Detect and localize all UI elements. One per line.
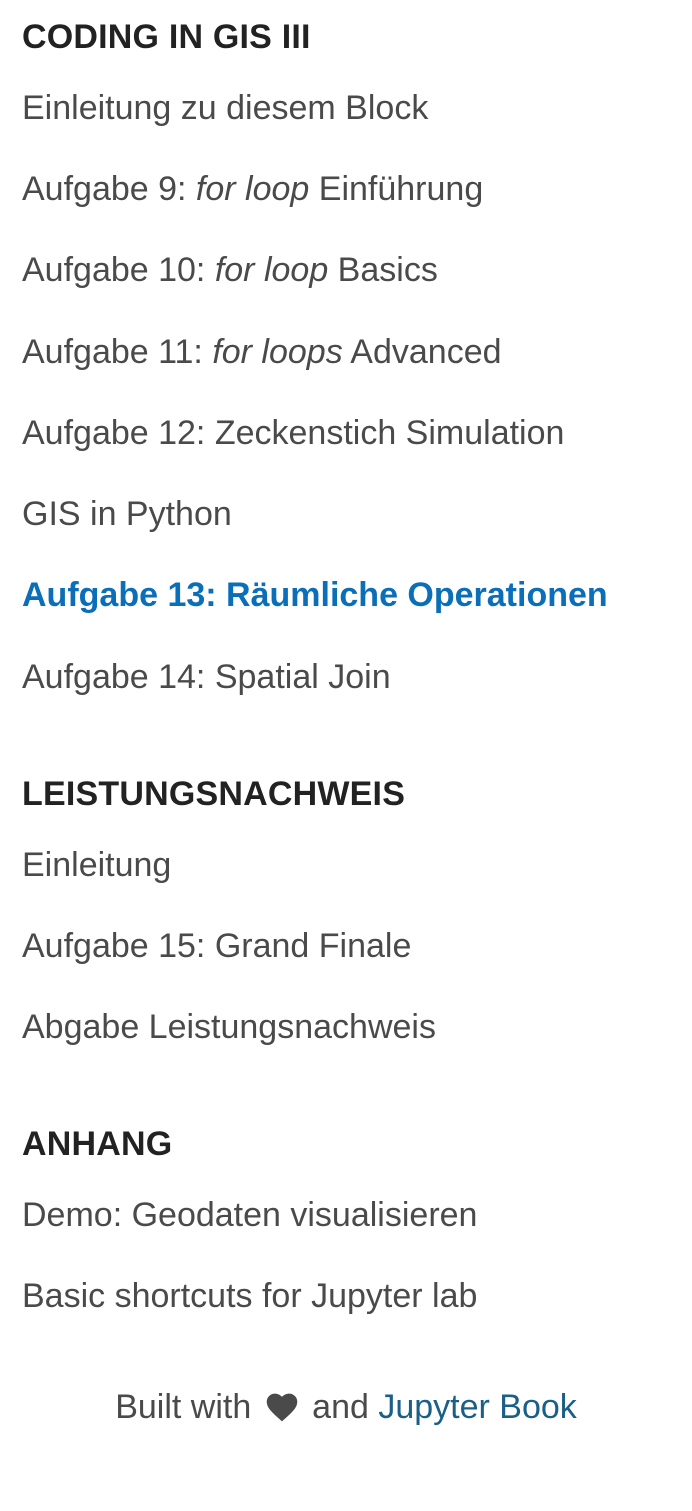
nav-item-aufgabe-14[interactable]: Aufgabe 14: Spatial Join <box>22 657 391 697</box>
section-caption-anhang: ANHANG <box>22 1125 173 1163</box>
footer: Built with and Jupyter Book <box>0 1387 692 1427</box>
nav-item-aufgabe-10-em: for loop <box>214 251 329 289</box>
sidebar-nav: CODING IN GIS III Einleitung zu diesem B… <box>0 0 692 1511</box>
heart-icon <box>266 1393 297 1422</box>
nav-item-abgabe-leistungsnachweis[interactable]: Abgabe Leistungsnachweis <box>22 1007 436 1047</box>
nav-item-aufgabe-11-prefix: Aufgabe 11: <box>22 333 213 371</box>
section-caption-leistungsnachweis: LEISTUNGSNACHWEIS <box>22 775 406 813</box>
nav-item-aufgabe-9-prefix: Aufgabe 9: <box>22 170 196 208</box>
nav-item-aufgabe-12[interactable]: Aufgabe 12: Zeckenstich Simulation <box>22 413 564 453</box>
nav-item-aufgabe-10-suffix: Basics <box>328 251 438 289</box>
nav-item-einleitung[interactable]: Einleitung <box>22 845 171 885</box>
nav-item-aufgabe-11-suffix: Advanced <box>342 333 502 371</box>
footer-built-with: Built with <box>115 1388 252 1426</box>
nav-item-aufgabe-9-em: for loop <box>195 170 310 208</box>
jupyter-book-link[interactable]: Jupyter Book <box>378 1388 576 1426</box>
nav-item-aufgabe-15[interactable]: Aufgabe 15: Grand Finale <box>22 926 411 966</box>
nav-item-demo-geodaten[interactable]: Demo: Geodaten visualisieren <box>22 1195 477 1235</box>
nav-item-aufgabe-9[interactable]: Aufgabe 9: for loop Einführung <box>22 169 483 209</box>
nav-item-einleitung-block[interactable]: Einleitung zu diesem Block <box>22 88 428 128</box>
nav-item-aufgabe-11-em: for loops <box>212 333 343 371</box>
footer-and: and <box>312 1388 369 1426</box>
nav-item-aufgabe-9-suffix: Einführung <box>309 170 484 208</box>
nav-item-aufgabe-13-active[interactable]: Aufgabe 13: Räumliche Operationen <box>22 575 608 615</box>
nav-item-aufgabe-10-prefix: Aufgabe 10: <box>22 251 215 289</box>
nav-item-aufgabe-10[interactable]: Aufgabe 10: for loop Basics <box>22 250 438 290</box>
nav-item-basic-shortcuts[interactable]: Basic shortcuts for Jupyter lab <box>22 1276 477 1316</box>
nav-item-aufgabe-11[interactable]: Aufgabe 11: for loops Advanced <box>22 332 502 372</box>
section-caption-coding-in-gis-iii: CODING IN GIS III <box>22 18 311 56</box>
nav-item-gis-in-python[interactable]: GIS in Python <box>22 494 232 534</box>
